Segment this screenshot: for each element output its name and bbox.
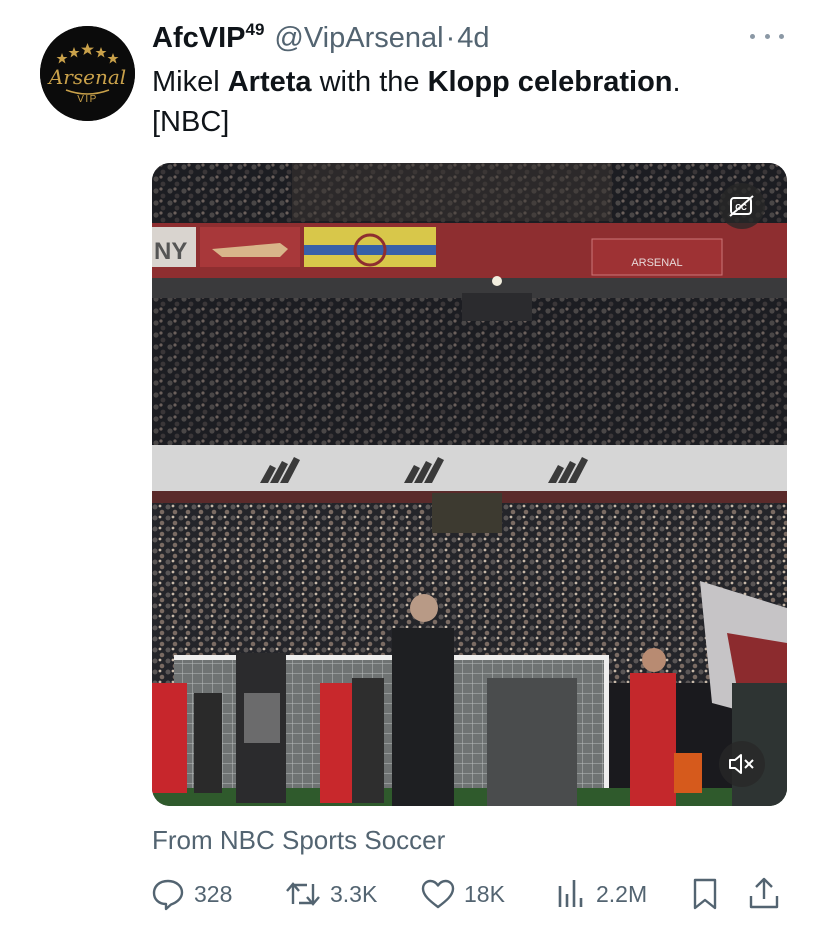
video-frame: NY ARSENAL	[152, 163, 787, 806]
mute-button[interactable]	[719, 741, 765, 787]
tweet-text-part: with the	[311, 66, 428, 98]
reply-button[interactable]: 328	[150, 872, 232, 916]
views-button[interactable]: 2.2M	[554, 872, 647, 916]
bookmark-icon	[693, 878, 717, 910]
tweet-text: Mikel Arteta with the Klopp celebration.…	[152, 62, 792, 142]
retweet-count: 3.3K	[330, 880, 378, 907]
views-count: 2.2M	[596, 880, 648, 907]
avatar-logo-text: Arsenal	[47, 65, 126, 89]
tweet-actions-bar: 328 3.3K 18K 2.2M	[150, 872, 790, 916]
share-icon	[749, 877, 779, 909]
tweet-text-part: Mikel	[152, 66, 228, 98]
bookmark-button[interactable]	[688, 872, 722, 916]
separator-dot: ·	[445, 22, 456, 54]
avatar[interactable]: Arsenal VIP	[40, 26, 135, 121]
retweet-icon	[286, 882, 320, 906]
author-handle[interactable]: @VipArsenal	[274, 22, 443, 55]
more-options-icon[interactable]	[750, 26, 784, 46]
reply-count: 328	[194, 880, 233, 907]
views-chart-icon	[558, 880, 583, 907]
retweet-button[interactable]: 3.3K	[284, 872, 377, 916]
video-player[interactable]: NY ARSENAL	[152, 163, 787, 806]
tweet-text-source-tag: [NBC]	[152, 106, 230, 138]
like-button[interactable]: 18K	[420, 872, 505, 916]
captions-off-icon: CC	[729, 195, 754, 217]
banner-right-text: ARSENAL	[631, 257, 682, 269]
captions-button[interactable]: CC	[719, 183, 765, 229]
tweet-text-bold: Arteta	[227, 66, 312, 98]
speaker-muted-icon	[729, 754, 754, 774]
tweet-text-bold: Klopp celebration	[427, 66, 673, 98]
author-display-name[interactable]: AfcVIP	[152, 22, 245, 54]
tweet-timestamp[interactable]: 4d	[457, 22, 489, 55]
author-name[interactable]: AfcVIP49	[152, 20, 264, 55]
media-source-label[interactable]: From NBC Sports Soccer	[152, 825, 445, 856]
tweet-header: AfcVIP49 @VipArsenal · 4d	[152, 20, 490, 55]
like-count: 18K	[464, 880, 505, 907]
banner-left-text: NY	[154, 238, 187, 265]
avatar-logo-subtext: VIP	[77, 94, 98, 105]
arsenal-vip-logo: Arsenal VIP	[40, 26, 135, 121]
share-button[interactable]	[746, 872, 782, 916]
reply-icon	[152, 879, 184, 911]
heart-icon	[421, 879, 455, 909]
tweet-text-part: .	[672, 66, 681, 98]
author-superscript: 49	[245, 20, 265, 39]
